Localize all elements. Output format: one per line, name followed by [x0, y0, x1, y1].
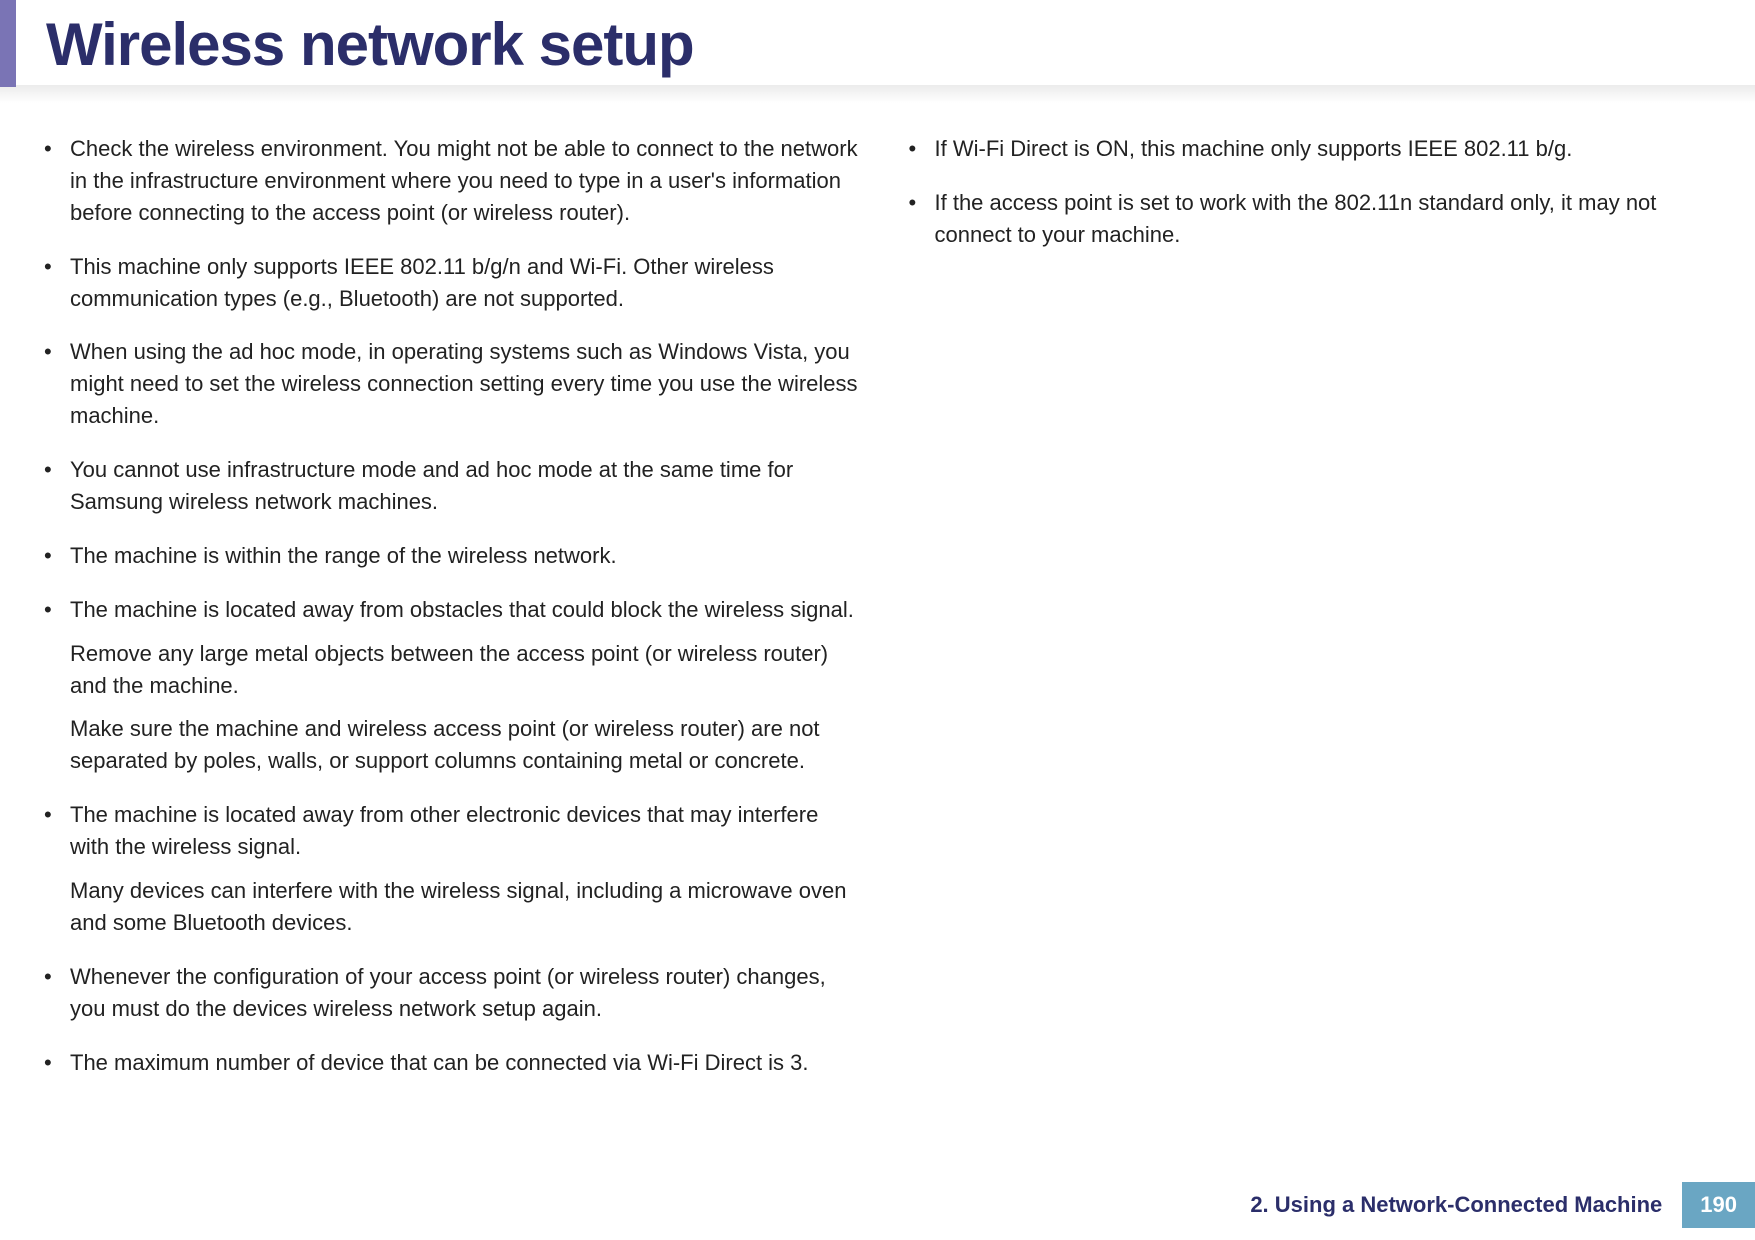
list-item: Check the wireless environment. You migh…: [28, 133, 863, 229]
list-item: The maximum number of device that can be…: [28, 1047, 863, 1079]
list-item: Whenever the configuration of your acces…: [28, 961, 863, 1025]
right-list: If Wi-Fi Direct is ON, this machine only…: [893, 133, 1728, 251]
list-text: The machine is located away from obstacl…: [70, 594, 863, 626]
list-text: You cannot use infrastructure mode and a…: [70, 454, 863, 518]
list-text: This machine only supports IEEE 802.11 b…: [70, 251, 863, 315]
list-item: You cannot use infrastructure mode and a…: [28, 454, 863, 518]
list-text: Check the wireless environment. You migh…: [70, 133, 863, 229]
list-text: The machine is located away from other e…: [70, 799, 863, 863]
left-column: Check the wireless environment. You migh…: [28, 133, 863, 1100]
list-text: The maximum number of device that can be…: [70, 1047, 863, 1079]
list-text: When using the ad hoc mode, in operating…: [70, 336, 863, 432]
list-item: The machine is located away from other e…: [28, 799, 863, 939]
list-text: Remove any large metal objects between t…: [70, 638, 863, 702]
list-text: If Wi-Fi Direct is ON, this machine only…: [935, 133, 1728, 165]
list-text: The machine is within the range of the w…: [70, 540, 863, 572]
page-footer: 2. Using a Network-Connected Machine 190: [1250, 1182, 1755, 1228]
left-list: Check the wireless environment. You migh…: [28, 133, 863, 1078]
list-text: Many devices can interfere with the wire…: [70, 875, 863, 939]
page-number: 190: [1682, 1182, 1755, 1228]
right-column: If Wi-Fi Direct is ON, this machine only…: [893, 133, 1728, 1100]
chapter-label: 2. Using a Network-Connected Machine: [1250, 1192, 1662, 1218]
list-text: Make sure the machine and wireless acces…: [70, 713, 863, 777]
page-header: Wireless network setup: [0, 0, 1755, 87]
list-item: The machine is within the range of the w…: [28, 540, 863, 572]
list-item: When using the ad hoc mode, in operating…: [28, 336, 863, 432]
list-text: Whenever the configuration of your acces…: [70, 961, 863, 1025]
header-divider: [0, 85, 1755, 103]
page-title: Wireless network setup: [46, 10, 1755, 79]
list-item: This machine only supports IEEE 802.11 b…: [28, 251, 863, 315]
page-content: Check the wireless environment. You migh…: [0, 103, 1755, 1100]
list-item: The machine is located away from obstacl…: [28, 594, 863, 777]
list-item: If the access point is set to work with …: [893, 187, 1728, 251]
list-text: If the access point is set to work with …: [935, 187, 1728, 251]
list-item: If Wi-Fi Direct is ON, this machine only…: [893, 133, 1728, 165]
